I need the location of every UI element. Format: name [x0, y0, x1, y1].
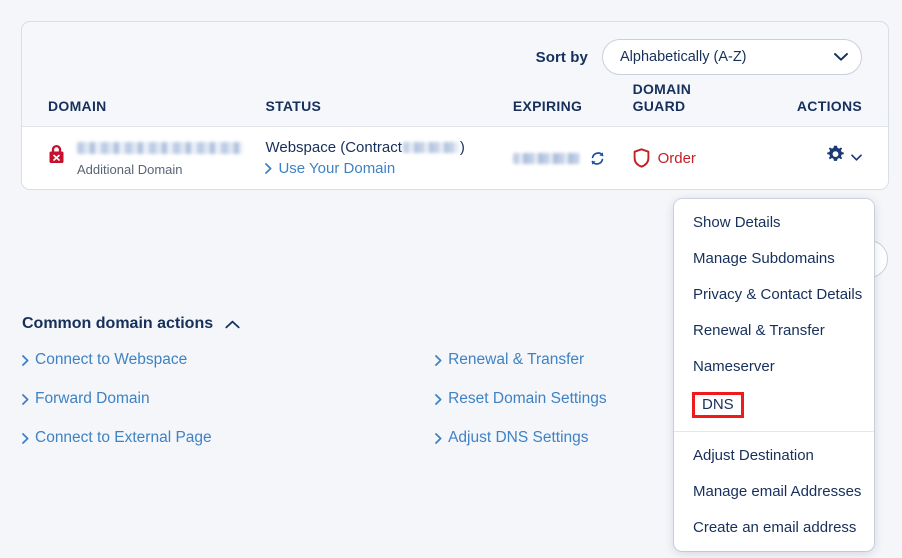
common-domain-actions-header[interactable]: Common domain actions: [22, 315, 682, 333]
domain-type-label: Additional Domain: [77, 161, 183, 177]
actions-menu-button[interactable]: [742, 145, 862, 171]
action-forward-domain[interactable]: Forward Domain: [22, 390, 435, 408]
common-domain-actions-title: Common domain actions: [22, 315, 214, 332]
domain-name-group: Additional Domain: [77, 140, 243, 177]
gear-icon[interactable]: [825, 145, 846, 171]
table-header-row: DOMAIN STATUS EXPIRING DOMAIN GUARD ACTI…: [22, 81, 888, 127]
domain-guard-cell: Order: [633, 148, 743, 168]
use-your-domain-label[interactable]: Use Your Domain: [278, 160, 395, 177]
domain-cell: Additional Domain: [48, 140, 265, 177]
menu-item-manage-email-addresses[interactable]: Manage email Addresses: [674, 473, 874, 509]
sync-icon[interactable]: [589, 150, 606, 167]
sort-select-value[interactable]: Alphabetically (A-Z): [602, 39, 862, 75]
menu-item-nameserver[interactable]: Nameserver: [674, 348, 874, 384]
shield-icon: [633, 148, 650, 168]
menu-item-dns[interactable]: DNS: [692, 392, 744, 418]
expiring-cell: [512, 150, 633, 167]
status-contract-suffix: ): [459, 139, 465, 157]
domain-name-redacted: [77, 141, 243, 154]
chevron-right-icon: [22, 432, 29, 444]
action-connect-to-webspace[interactable]: Connect to Webspace: [22, 351, 435, 369]
table-row: Additional Domain Webspace (Contract ) U…: [22, 126, 888, 190]
chevron-right-icon: [435, 354, 442, 366]
action-label[interactable]: Renewal & Transfer: [448, 351, 584, 369]
action-label[interactable]: Connect to External Page: [35, 429, 212, 447]
column-header-actions: ACTIONS: [796, 98, 862, 115]
menu-item-create-an-email-address[interactable]: Create an email address: [674, 509, 874, 545]
domain-list-card: Sort by Alphabetically (A-Z) DOMAIN STAT…: [21, 21, 889, 191]
sort-select[interactable]: Alphabetically (A-Z): [602, 39, 862, 75]
column-header-domain: DOMAIN: [48, 98, 107, 115]
common-domain-actions-columns: Connect to Webspace Forward Domain Conne…: [22, 351, 682, 468]
expiring-date-redacted: [512, 152, 580, 164]
action-label[interactable]: Adjust DNS Settings: [448, 429, 588, 447]
action-label[interactable]: Forward Domain: [35, 390, 150, 408]
action-label[interactable]: Connect to Webspace: [35, 351, 187, 369]
menu-item-show-details[interactable]: Show Details: [674, 204, 874, 240]
actions-dropdown-menu: Show Details Manage Subdomains Privacy &…: [674, 199, 874, 551]
lock-error-icon: [48, 144, 65, 164]
sort-by-label: Sort by: [535, 48, 588, 66]
action-adjust-dns-settings[interactable]: Adjust DNS Settings: [435, 429, 682, 447]
status-cell: Webspace (Contract ) Use Your Domain: [265, 139, 512, 177]
menu-item-adjust-destination[interactable]: Adjust Destination: [674, 437, 874, 473]
action-reset-domain-settings[interactable]: Reset Domain Settings: [435, 390, 682, 408]
column-header-domain-guard: DOMAIN GUARD: [632, 81, 692, 115]
column-header-expiring: EXPIRING: [512, 98, 583, 115]
menu-item-renewal-transfer[interactable]: Renewal & Transfer: [674, 312, 874, 348]
common-actions-right-column: Renewal & Transfer Reset Domain Settings…: [435, 351, 682, 468]
common-actions-left-column: Connect to Webspace Forward Domain Conne…: [22, 351, 435, 468]
common-domain-actions-section: Common domain actions Connect to Webspac…: [22, 315, 682, 468]
use-your-domain-link[interactable]: Use Your Domain: [265, 160, 512, 177]
action-connect-to-external-page[interactable]: Connect to External Page: [22, 429, 435, 447]
chevron-right-icon: [265, 163, 272, 175]
page-root: Sort by Alphabetically (A-Z) DOMAIN STAT…: [0, 0, 902, 558]
contract-number-redacted: [402, 142, 459, 154]
menu-divider: [674, 431, 874, 432]
menu-item-manage-subdomains[interactable]: Manage Subdomains: [674, 240, 874, 276]
column-header-status: STATUS: [265, 98, 322, 115]
menu-item-privacy-contact-details[interactable]: Privacy & Contact Details: [674, 276, 874, 312]
sort-bar: Sort by Alphabetically (A-Z): [22, 22, 888, 81]
action-renewal-and-transfer[interactable]: Renewal & Transfer: [435, 351, 682, 369]
chevron-right-icon: [22, 354, 29, 366]
chevron-down-icon[interactable]: [851, 149, 862, 167]
chevron-right-icon: [22, 393, 29, 405]
status-text: Webspace (Contract ): [265, 139, 512, 156]
chevron-up-icon[interactable]: [225, 320, 240, 329]
chevron-right-icon: [435, 432, 442, 444]
order-domain-guard-link[interactable]: Order: [658, 150, 696, 167]
action-label[interactable]: Reset Domain Settings: [448, 390, 607, 408]
menu-item-dns-wrapper: DNS: [692, 390, 744, 420]
status-contract-prefix: Webspace (Contract: [265, 139, 402, 157]
chevron-right-icon: [435, 393, 442, 405]
